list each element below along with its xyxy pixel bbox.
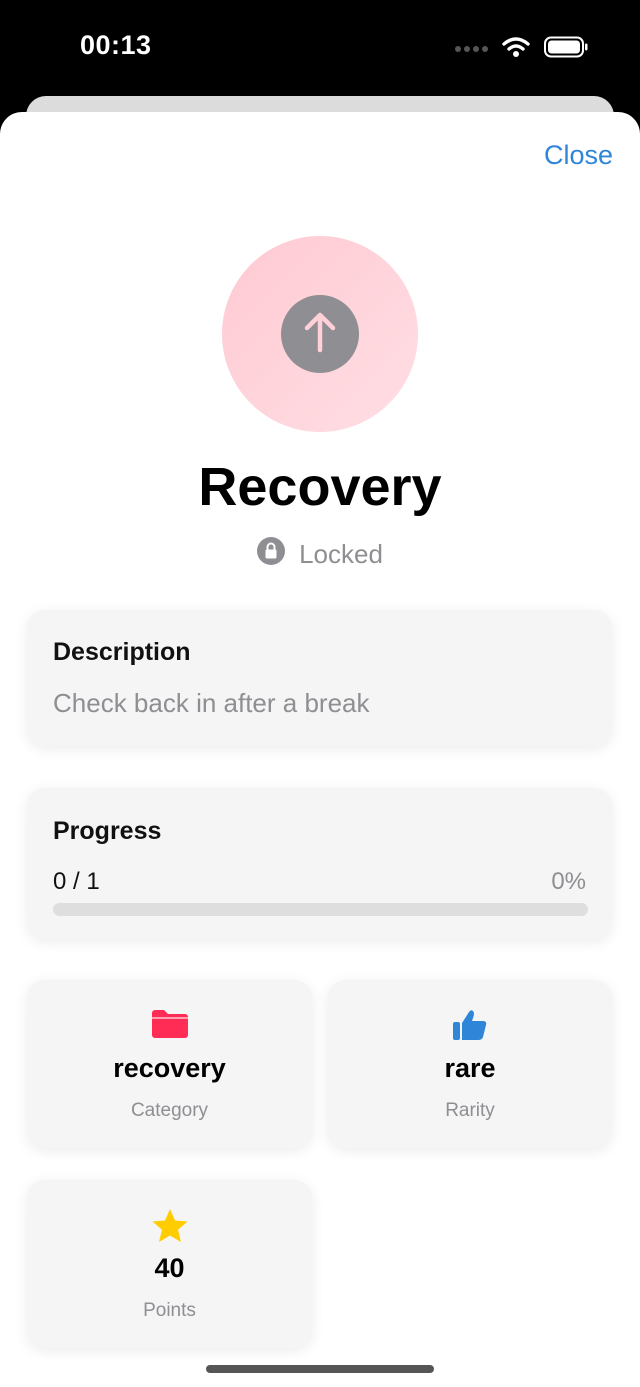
home-indicator[interactable] <box>206 1365 434 1373</box>
star-icon <box>151 1208 189 1249</box>
folder-icon <box>151 1008 189 1043</box>
badge-inner-circle <box>281 295 359 373</box>
category-card: recovery Category <box>27 980 312 1148</box>
progress-card: Progress 0 / 1 0% <box>27 788 612 939</box>
achievement-title: Recovery <box>198 457 442 517</box>
description-text: Check back in after a break <box>53 688 370 718</box>
progress-bar <box>53 903 588 916</box>
category-label: Category <box>130 1100 209 1121</box>
lock-status-label: Locked <box>299 539 383 569</box>
category-value: recovery <box>113 1053 226 1083</box>
status-time: 00:13 <box>80 30 152 60</box>
status-icons <box>454 36 588 63</box>
points-label: Points <box>143 1300 196 1321</box>
progress-count: 0 / 1 <box>53 868 100 895</box>
close-button[interactable]: Close <box>544 140 613 171</box>
description-heading: Description <box>53 638 191 666</box>
achievement-sheet: Close Recovery Locked Description Check … <box>0 112 640 1387</box>
points-value: 40 <box>154 1253 185 1283</box>
points-card: 40 Points <box>27 1180 312 1348</box>
rarity-card: rare Rarity <box>328 980 612 1148</box>
thumbs-up-icon <box>452 1008 488 1047</box>
progress-percent: 0% <box>551 868 586 895</box>
lock-icon <box>257 537 286 572</box>
lock-status: Locked <box>0 537 640 572</box>
progress-heading: Progress <box>53 817 162 845</box>
rarity-label: Rarity <box>445 1100 495 1121</box>
arrow-up-icon <box>300 310 340 359</box>
description-card: Description Check back in after a break <box>27 610 612 746</box>
battery-icon <box>544 36 588 63</box>
rarity-value: rare <box>444 1053 496 1083</box>
cellular-signal-icon <box>454 41 488 59</box>
wifi-icon <box>502 36 530 63</box>
status-bar: 00:13 <box>0 0 640 96</box>
achievement-badge <box>222 236 418 432</box>
